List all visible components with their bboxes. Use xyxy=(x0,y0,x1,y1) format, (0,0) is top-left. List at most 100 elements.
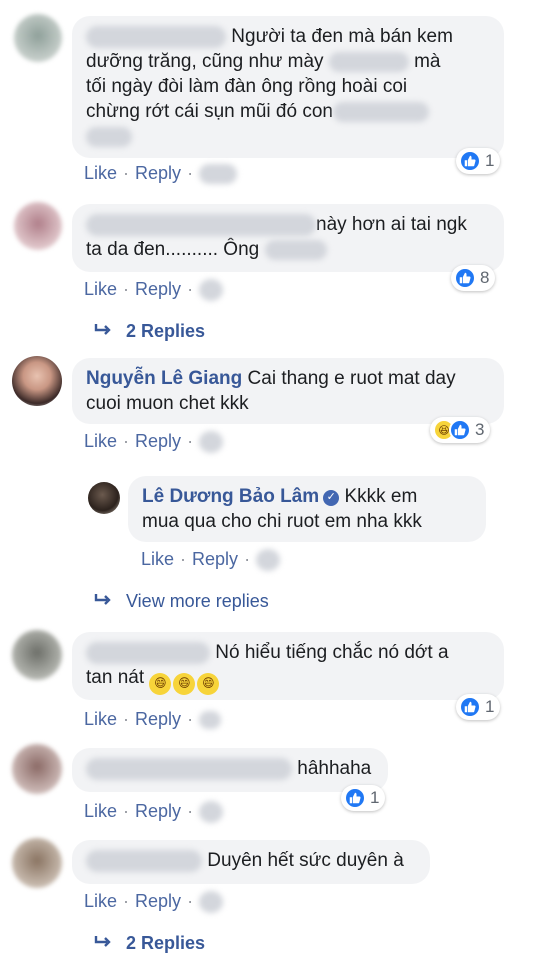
reaction-summary[interactable]: 1 xyxy=(341,785,386,811)
reaction-count: 1 xyxy=(485,151,495,170)
avatar[interactable] xyxy=(88,482,120,514)
separator: · xyxy=(123,801,130,821)
separator: · xyxy=(187,431,194,451)
like-button[interactable]: Like xyxy=(84,163,117,183)
reaction-count: 1 xyxy=(370,788,380,807)
comment-text: tan nát xyxy=(86,667,145,688)
grinning-emoji-icon: 😄 xyxy=(197,672,220,695)
reply-text: Kkkk em xyxy=(344,486,418,507)
like-reaction-icon xyxy=(454,267,476,289)
separator: · xyxy=(123,891,130,911)
avatar[interactable] xyxy=(12,630,62,680)
reply-author[interactable]: Lê Dương Bảo Lâm xyxy=(142,486,319,507)
comment-bubble: Người ta đen mà bán kem dưỡng trăng, cũn… xyxy=(72,16,504,158)
comment-text: tối ngày đòi làm đàn ông rồng hoài coi xyxy=(86,76,408,97)
separator: · xyxy=(180,549,187,569)
like-reaction-icon xyxy=(459,696,481,718)
comment-text: ta da đen.......... Ông xyxy=(86,239,260,260)
blurred-timestamp xyxy=(199,891,224,914)
blurred-name xyxy=(86,25,226,48)
replies-count-label[interactable]: 2 Replies xyxy=(126,933,205,953)
comment-author[interactable]: Nguyễn Lê Giang xyxy=(86,368,242,389)
like-button[interactable]: Like xyxy=(84,801,117,821)
reaction-summary[interactable]: 1 xyxy=(456,694,501,720)
reply-button[interactable]: Reply xyxy=(135,709,181,729)
reaction-count: 1 xyxy=(485,697,495,716)
avatar[interactable] xyxy=(14,202,62,250)
comment-text: Cai thang e ruot mat day xyxy=(247,368,456,389)
blurred-name xyxy=(86,213,316,236)
avatar[interactable] xyxy=(12,838,62,888)
reply-button[interactable]: Reply xyxy=(135,279,181,299)
reply-button[interactable]: Reply xyxy=(192,549,238,569)
blurred-name xyxy=(86,757,292,780)
comment-actions: Like · Reply · xyxy=(84,801,224,824)
reply-arrow-icon xyxy=(94,591,112,612)
comment-actions: Like · Reply · xyxy=(84,163,238,185)
comment-actions: Like · Reply · xyxy=(84,279,224,302)
blurred-timestamp xyxy=(199,801,224,824)
view-more-replies-label[interactable]: View more replies xyxy=(126,591,269,611)
view-more-replies-link[interactable]: View more replies xyxy=(94,591,269,612)
comment-bubble: hâhhaha xyxy=(72,748,388,792)
blurred-timestamp xyxy=(199,711,222,730)
separator: · xyxy=(123,279,130,299)
comment-text: Người ta đen mà bán kem xyxy=(231,26,453,47)
separator: · xyxy=(187,709,194,729)
grinning-emoji-icon: 😄 xyxy=(149,672,172,695)
reply-arrow-icon xyxy=(94,321,112,342)
like-button[interactable]: Like xyxy=(84,279,117,299)
blurred-text xyxy=(332,101,429,122)
reply-button[interactable]: Reply xyxy=(135,431,181,451)
blurred-text xyxy=(264,239,327,260)
blurred-timestamp xyxy=(256,549,281,572)
blurred-name xyxy=(86,849,202,872)
comment-bubble: này hơn ai tai ngk ta da đen.......... Ô… xyxy=(72,204,504,272)
separator: · xyxy=(187,279,194,299)
comment-text: mà xyxy=(414,51,441,72)
like-reaction-icon xyxy=(459,150,481,172)
comment-text: dưỡng trăng, cũng như mày xyxy=(86,51,324,72)
separator: · xyxy=(123,709,130,729)
reaction-summary[interactable]: 8 xyxy=(451,265,496,291)
blurred-timestamp xyxy=(199,279,224,302)
avatar[interactable] xyxy=(12,356,62,406)
view-replies-link[interactable]: 2 Replies xyxy=(94,321,205,342)
blurred-timestamp xyxy=(199,431,224,454)
like-button[interactable]: Like xyxy=(84,709,117,729)
separator: · xyxy=(244,549,251,569)
reply-button[interactable]: Reply xyxy=(135,891,181,911)
comment-actions: Like · Reply · xyxy=(84,891,224,914)
comment-text: chừng rớt cái sụn mũi đó con xyxy=(86,101,333,122)
blurred-timestamp xyxy=(199,164,238,185)
blurred-name xyxy=(86,641,210,664)
reaction-count: 3 xyxy=(475,420,485,439)
separator: · xyxy=(123,431,130,451)
blurred-text xyxy=(328,51,409,72)
separator: · xyxy=(187,891,194,911)
reaction-count: 8 xyxy=(480,268,490,287)
separator: · xyxy=(187,163,194,183)
view-replies-link[interactable]: 2 Replies xyxy=(94,933,205,954)
separator: · xyxy=(123,163,130,183)
reaction-summary[interactable]: 😆 3 xyxy=(430,417,491,443)
comment-bubble: Nguyễn Lê Giang Cai thang e ruot mat day… xyxy=(72,358,504,424)
comment-text: Nó hiểu tiếng chắc nó dớt a xyxy=(215,642,449,663)
verified-badge-icon: ✓ xyxy=(323,489,340,506)
avatar[interactable] xyxy=(14,14,62,62)
replies-count-label[interactable]: 2 Replies xyxy=(126,321,205,341)
like-button[interactable]: Like xyxy=(84,431,117,451)
avatar[interactable] xyxy=(12,744,62,794)
comment-text: hâhhaha xyxy=(297,758,372,779)
reply-bubble: Lê Dương Bảo Lâm ✓ Kkkk em mua qua cho ch… xyxy=(128,476,486,542)
reply-button[interactable]: Reply xyxy=(135,163,181,183)
reply-button[interactable]: Reply xyxy=(135,801,181,821)
comment-text: này hơn ai tai ngk xyxy=(316,214,467,235)
grinning-emoji-icon: 😄 xyxy=(173,672,196,695)
comment-text: cuoi muon chet kkk xyxy=(86,393,249,414)
reaction-summary[interactable]: 1 xyxy=(456,148,501,174)
like-button[interactable]: Like xyxy=(84,891,117,911)
like-button[interactable]: Like xyxy=(141,549,174,569)
comment-actions: Like · Reply · xyxy=(84,431,224,454)
comment-bubble: Nó hiểu tiếng chắc nó dớt a tan nát 😄 😄 😄 xyxy=(72,632,504,700)
